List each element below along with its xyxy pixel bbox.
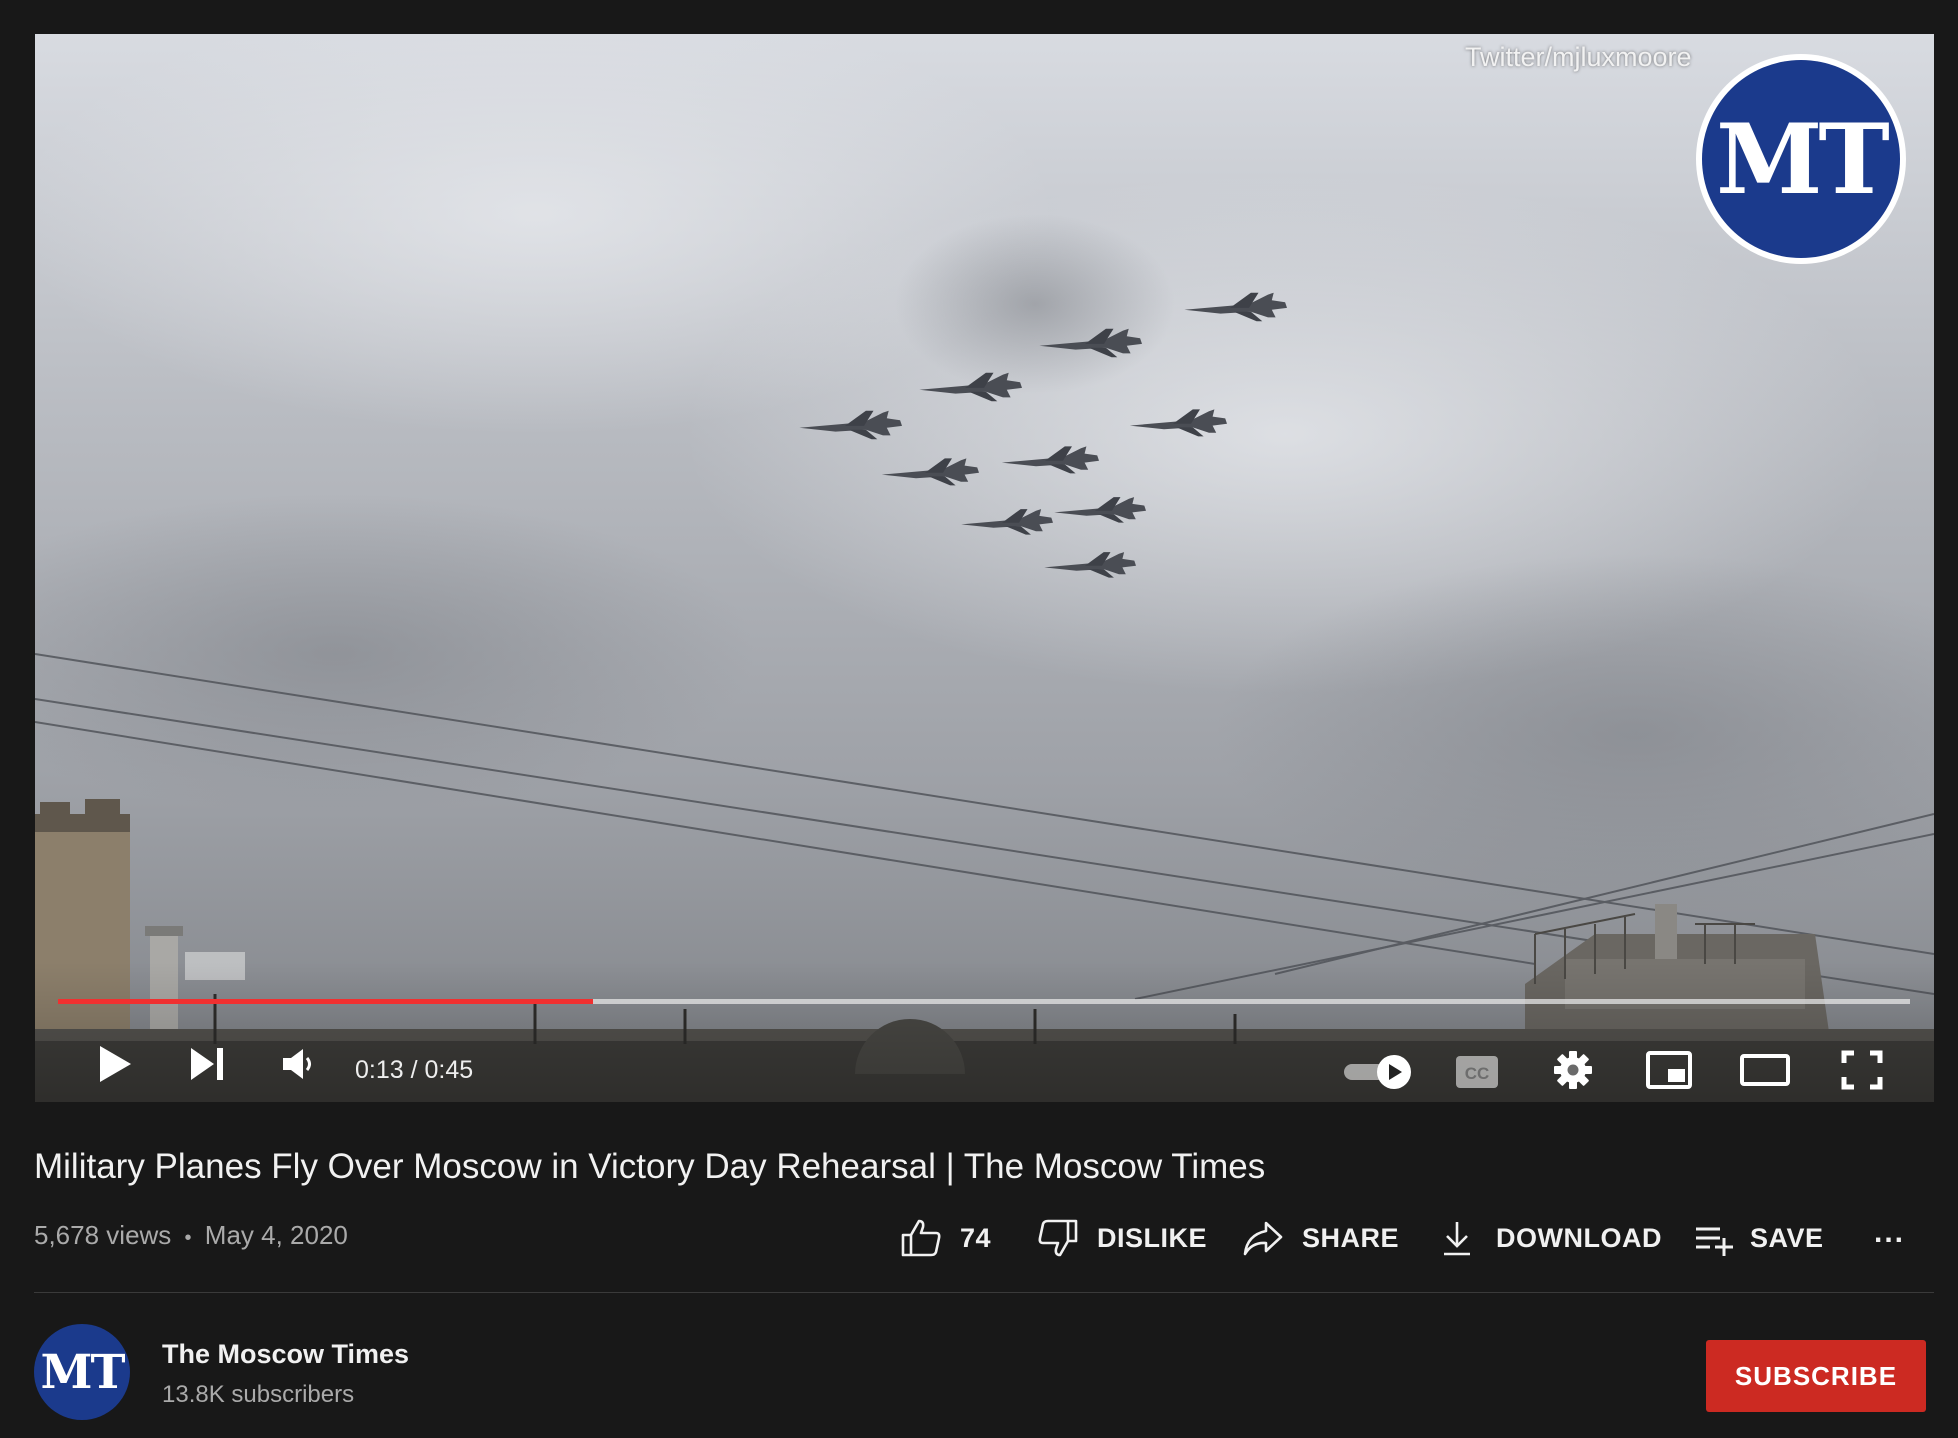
mute-button[interactable] [268,1039,328,1089]
subscribe-button[interactable]: SUBSCRIBE [1706,1340,1926,1412]
volume-icon [283,1049,311,1079]
channel-avatar[interactable]: MT [34,1324,130,1420]
miniplayer-icon [1646,1051,1692,1089]
more-actions-button[interactable]: ... [1874,1216,1905,1260]
meta-separator: • [184,1227,192,1249]
channel-name[interactable]: The Moscow Times [162,1339,409,1370]
cc-icon: CC [1456,1056,1498,1088]
time-display: 0:13 / 0:45 [355,1056,474,1084]
save-label: SAVE [1750,1222,1824,1253]
play-icon [100,1046,131,1082]
next-button[interactable] [177,1039,237,1089]
logo-text: MT [1716,102,1890,216]
watermark-credit: Twitter/mjluxmoore [1465,42,1692,72]
thumbs-up-icon [901,1219,941,1257]
avatar-text: MT [40,1344,125,1400]
dislike-button[interactable]: DISLIKE [1037,1216,1207,1260]
save-button[interactable]: SAVE [1694,1216,1824,1260]
skip-next-icon [191,1048,223,1080]
svg-text:CC: CC [1465,1064,1490,1083]
upload-date: May 4, 2020 [204,1220,348,1250]
thumbs-down-icon [1038,1219,1078,1257]
download-label: DOWNLOAD [1496,1222,1662,1253]
video-meta: 5,678 views • May 4, 2020 [34,1220,348,1251]
autoplay-icon [1344,1055,1411,1089]
video-title: Military Planes Fly Over Moscow in Victo… [34,1147,1266,1186]
captions-button[interactable]: CC [1447,1048,1507,1096]
play-button[interactable] [85,1039,145,1089]
video-frame [35,34,1934,1102]
progress-played [58,999,594,1004]
dislike-label: DISLIKE [1097,1222,1208,1253]
autoplay-toggle[interactable] [1340,1052,1420,1092]
view-count: 5,678 views [34,1220,172,1250]
share-button[interactable]: SHARE [1242,1216,1399,1260]
progress-bar[interactable] [58,999,1910,1004]
fullscreen-button[interactable] [1832,1045,1892,1095]
settings-button[interactable] [1543,1045,1603,1095]
theater-mode-button[interactable] [1735,1045,1795,1095]
like-count: 74 [960,1222,992,1253]
share-label: SHARE [1302,1222,1400,1253]
playlist-add-icon [1696,1227,1733,1256]
more-icon: ... [1874,1216,1906,1249]
theater-icon [1740,1054,1790,1086]
download-icon [1444,1222,1470,1256]
share-icon [1243,1221,1283,1256]
miniplayer-button[interactable] [1639,1045,1699,1095]
fullscreen-icon [1841,1050,1883,1090]
video-player[interactable]: Twitter/mjluxmoore MT 0:13 / 0:45 CC [35,34,1934,1102]
download-button[interactable]: DOWNLOAD [1440,1216,1662,1260]
subscriber-count: 13.8K subscribers [162,1381,355,1408]
like-button[interactable]: 74 [900,1216,991,1260]
divider [34,1292,1934,1293]
channel-logo-watermark: MT [1696,54,1906,264]
gear-icon [1554,1051,1592,1089]
